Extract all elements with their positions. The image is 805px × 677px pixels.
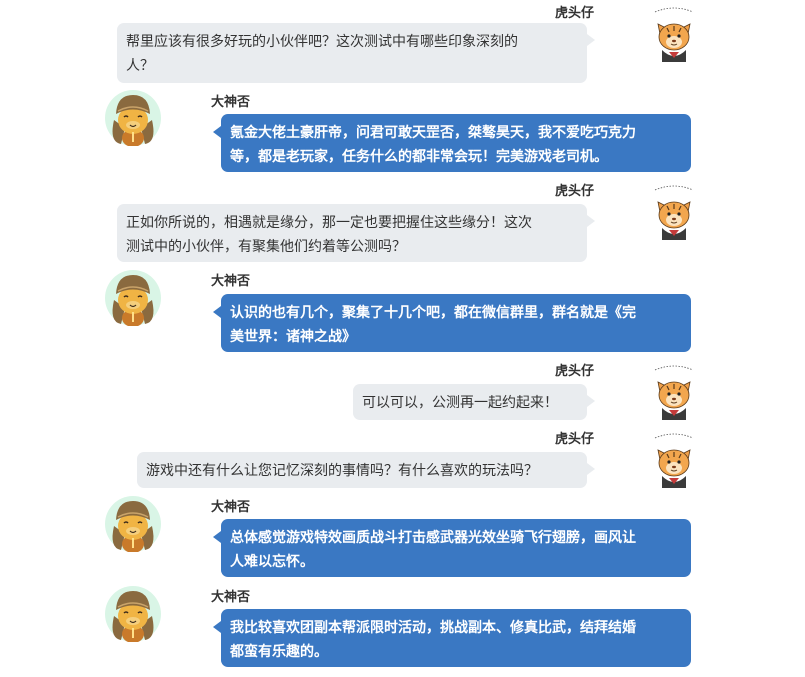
message-line: 美世界：诸神之战》 xyxy=(230,329,356,345)
speaker-name-host: 虎头仔 xyxy=(555,364,595,379)
guest-avatar xyxy=(105,496,161,556)
message-line: 氪金大佬土豪肝帝，问君可敢天罡否，桀骜昊天，我不爱吃巧克力 xyxy=(230,125,636,141)
message-line: 我比较喜欢团副本帮派限时活动，挑战副本、修真比武，结拜结婚 xyxy=(230,620,636,636)
tiger-sticker-icon xyxy=(652,430,696,490)
message-line: 认识的也有几个，聚集了十几个吧，都在微信群里，群名就是《完 xyxy=(230,305,636,321)
speaker-name-guest: 大神否 xyxy=(211,95,251,110)
host-avatar xyxy=(652,4,696,68)
host-avatar xyxy=(652,182,696,246)
message-line: 总体感觉游戏特效画质战斗打击感武器光效坐骑飞行翅膀，画风让 xyxy=(230,530,636,546)
tiger-sticker-icon xyxy=(652,182,696,242)
tiger-sticker-icon xyxy=(652,4,696,64)
tiger-sticker-icon xyxy=(652,362,696,422)
message-bubble-host: 游戏中还有什么让您记忆深刻的事情吗？有什么喜欢的玩法吗？ xyxy=(137,452,595,488)
message-line: 测试中的小伙伴，有聚集他们约着等公测吗？ xyxy=(126,239,406,255)
speaker-name-host: 虎头仔 xyxy=(555,184,595,199)
message-line: 正如你所说的，相遇就是缘分，那一定也要把握住这些缘分！这次 xyxy=(126,215,532,231)
message-line: 可以可以，公测再一起约起来！ xyxy=(362,395,558,411)
speaker-name-host: 虎头仔 xyxy=(555,432,595,447)
host-avatar xyxy=(652,430,696,494)
speaker-name-guest: 大神否 xyxy=(211,500,251,515)
speaker-name-guest: 大神否 xyxy=(211,274,251,289)
message-line: 都蛮有乐趣的。 xyxy=(230,644,328,660)
guest-avatar xyxy=(105,270,161,330)
speaker-name-host: 虎头仔 xyxy=(555,6,595,21)
monkey-avatar-icon xyxy=(105,496,161,552)
monkey-avatar-icon xyxy=(105,90,161,146)
message-bubble-host: 可以可以，公测再一起约起来！ xyxy=(353,384,595,420)
guest-avatar xyxy=(105,90,161,150)
message-bubble-host: 帮里应该有很多好玩的小伙伴吧？这次测试中有哪些印象深刻的 人？ xyxy=(117,23,595,83)
message-bubble-guest: 总体感觉游戏特效画质战斗打击感武器光效坐骑飞行翅膀，画风让 人难以忘怀。 xyxy=(213,519,691,577)
message-bubble-guest: 我比较喜欢团副本帮派限时活动，挑战副本、修真比武，结拜结婚 都蛮有乐趣的。 xyxy=(213,609,691,667)
message-line: 等，都是老玩家，任务什么的都非常会玩！完美游戏老司机。 xyxy=(230,149,608,165)
monkey-avatar-icon xyxy=(105,270,161,326)
message-line: 游戏中还有什么让您记忆深刻的事情吗？有什么喜欢的玩法吗？ xyxy=(146,463,538,479)
message-line: 人？ xyxy=(126,58,154,74)
host-avatar xyxy=(652,362,696,426)
monkey-avatar-icon xyxy=(105,586,161,642)
message-bubble-host: 正如你所说的，相遇就是缘分，那一定也要把握住这些缘分！这次 测试中的小伙伴，有聚… xyxy=(117,204,595,262)
speaker-name-guest: 大神否 xyxy=(211,590,251,605)
message-bubble-guest: 认识的也有几个，聚集了十几个吧，都在微信群里，群名就是《完 美世界：诸神之战》 xyxy=(213,294,691,352)
guest-avatar xyxy=(105,586,161,646)
message-bubble-guest: 氪金大佬土豪肝帝，问君可敢天罡否，桀骜昊天，我不爱吃巧克力 等，都是老玩家，任务… xyxy=(213,114,691,172)
message-line: 人难以忘怀。 xyxy=(230,554,314,570)
message-line: 帮里应该有很多好玩的小伙伴吧？这次测试中有哪些印象深刻的 xyxy=(126,34,518,50)
